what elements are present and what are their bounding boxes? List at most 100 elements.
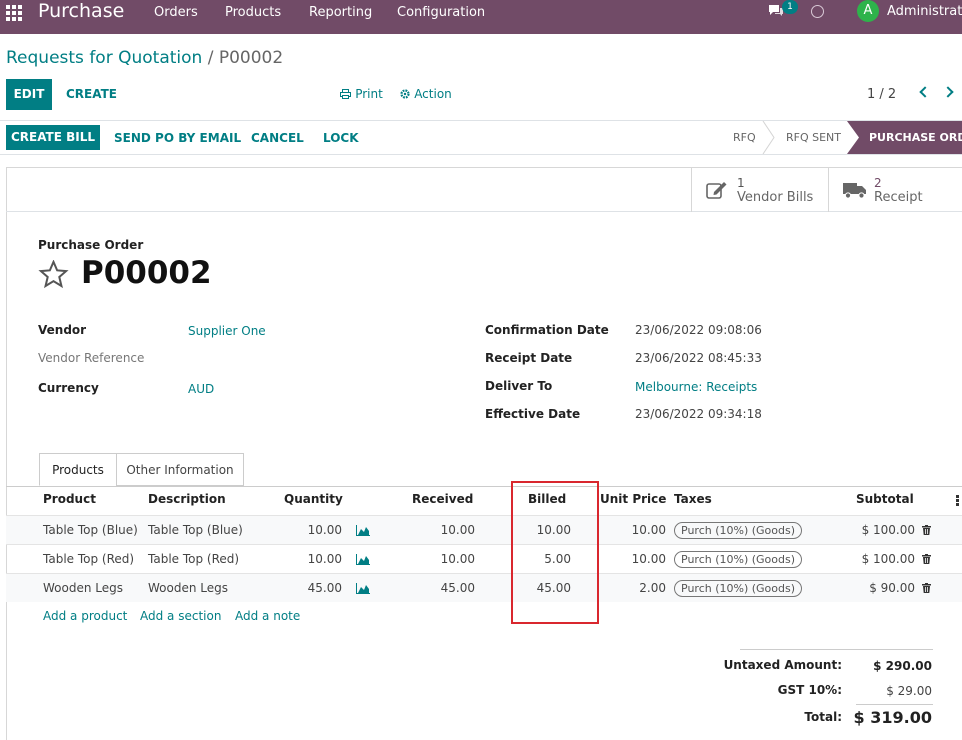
total-divider <box>856 704 933 705</box>
col-taxes[interactable]: Taxes <box>674 492 712 506</box>
edit-button[interactable]: EDIT <box>6 79 52 110</box>
lock-button[interactable]: LOCK <box>323 131 359 145</box>
star-icon[interactable] <box>38 260 69 289</box>
receipt-date-value: 23/06/2022 08:45:33 <box>635 351 762 365</box>
avatar[interactable]: A <box>857 0 879 22</box>
vendor-bills-label: Vendor Bills <box>737 190 814 205</box>
vendor-reference-label: Vendor Reference <box>38 351 145 365</box>
vendor-label: Vendor <box>38 323 87 337</box>
gst-label: GST 10%: <box>777 683 842 697</box>
tab-other-information[interactable]: Other Information <box>116 453 244 486</box>
add-note-link[interactable]: Add a note <box>235 609 300 623</box>
currency-value[interactable]: AUD <box>188 382 214 396</box>
tabs-baseline <box>6 486 962 487</box>
stage-separator-icon <box>762 121 775 154</box>
cell-quantity: 45.00 <box>307 581 342 595</box>
cell-subtotal: $ 90.00 <box>869 581 915 595</box>
cell-product: Table Top (Red) <box>43 552 135 566</box>
stage-rfq[interactable]: RFQ <box>733 121 756 154</box>
menu-reporting[interactable]: Reporting <box>309 5 372 20</box>
receipt-count: 2 <box>874 176 882 190</box>
receipt-smart-button[interactable]: 2 Receipt <box>828 167 962 212</box>
breadcrumb-separator: / <box>207 48 214 68</box>
cell-subtotal: $ 100.00 <box>861 552 915 566</box>
tab-products[interactable]: Products <box>39 453 117 486</box>
col-product[interactable]: Product <box>43 492 96 506</box>
create-bill-button[interactable]: CREATE BILL <box>6 125 100 150</box>
col-quantity[interactable]: Quantity <box>284 492 343 506</box>
confirmation-date-label: Confirmation Date <box>485 323 609 337</box>
stage-purchase-order[interactable]: PURCHASE ORDER <box>847 121 962 154</box>
divider <box>0 154 962 155</box>
cell-unit-price: 10.00 <box>631 552 666 566</box>
confirmation-date-value: 23/06/2022 09:08:06 <box>635 323 762 337</box>
add-section-link[interactable]: Add a section <box>140 609 221 623</box>
pager-prev-icon[interactable] <box>919 86 931 98</box>
billed-column-highlight <box>511 481 599 624</box>
form-type-label: Purchase Order <box>38 238 144 252</box>
cell-unit-price: 10.00 <box>631 523 666 537</box>
table-row[interactable]: Table Top (Blue) Table Top (Blue) 10.00 … <box>6 515 962 544</box>
cell-unit-price: 2.00 <box>639 581 666 595</box>
untaxed-amount-value: $ 290.00 <box>873 659 932 673</box>
cell-description: Table Top (Red) <box>148 552 240 566</box>
breadcrumb-parent[interactable]: Requests for Quotation <box>6 48 202 68</box>
menu-orders[interactable]: Orders <box>154 5 198 20</box>
cancel-button[interactable]: CANCEL <box>251 131 304 145</box>
send-po-email-button[interactable]: SEND PO BY EMAIL <box>114 131 241 145</box>
pager-next-icon[interactable] <box>942 86 954 98</box>
print-button[interactable]: Print <box>340 87 383 101</box>
apps-menu-icon[interactable] <box>6 5 22 21</box>
currency-label: Currency <box>38 381 99 395</box>
vendor-bills-smart-button[interactable]: 1 Vendor Bills <box>691 167 828 212</box>
area-chart-icon[interactable] <box>356 525 370 536</box>
col-received[interactable]: Received <box>412 492 473 506</box>
create-button[interactable]: CREATE <box>66 87 117 101</box>
total-value: $ 319.00 <box>853 708 932 727</box>
app-name[interactable]: Purchase <box>38 0 124 22</box>
cell-product: Wooden Legs <box>43 581 123 595</box>
area-chart-icon[interactable] <box>356 583 370 594</box>
effective-date-label: Effective Date <box>485 407 581 421</box>
cell-received: 45.00 <box>440 581 475 595</box>
cell-received: 10.00 <box>440 552 475 566</box>
cell-received: 10.00 <box>440 523 475 537</box>
stage-rfq-sent[interactable]: RFQ SENT <box>786 121 841 154</box>
chat-badge: 1 <box>782 0 798 14</box>
tax-tag: Purch (10%) (Goods) <box>674 522 803 539</box>
breadcrumb-current: P00002 <box>218 48 284 68</box>
effective-date-value: 23/06/2022 09:34:18 <box>635 407 762 421</box>
deliver-to-label: Deliver To <box>485 379 553 393</box>
trash-icon[interactable] <box>922 554 931 564</box>
receipt-label: Receipt <box>874 190 923 205</box>
col-description[interactable]: Description <box>148 492 226 506</box>
trash-icon[interactable] <box>922 525 931 535</box>
col-subtotal[interactable]: Subtotal <box>856 492 914 506</box>
trash-icon[interactable] <box>922 583 931 593</box>
cell-description: Wooden Legs <box>148 581 228 595</box>
add-product-link[interactable]: Add a product <box>43 609 127 623</box>
area-chart-icon[interactable] <box>356 554 370 565</box>
menu-products[interactable]: Products <box>225 5 281 20</box>
print-icon <box>340 89 351 99</box>
cell-quantity: 10.00 <box>307 552 342 566</box>
table-row[interactable]: Wooden Legs Wooden Legs 45.00 45.00 45.0… <box>6 573 962 602</box>
pager-value[interactable]: 1 / 2 <box>867 87 896 102</box>
menu-configuration[interactable]: Configuration <box>397 5 485 20</box>
pencil-square-icon <box>706 182 727 199</box>
deliver-to-value[interactable]: Melbourne: Receipts <box>635 380 757 394</box>
user-name[interactable]: Administrator <box>887 4 962 19</box>
action-button[interactable]: Action <box>400 87 452 101</box>
breadcrumb: Requests for Quotation / P00002 <box>6 48 283 68</box>
col-unit-price[interactable]: Unit Price <box>600 492 666 506</box>
optional-columns-icon[interactable] <box>956 495 959 506</box>
activity-clock-icon[interactable] <box>811 5 824 18</box>
table-row[interactable]: Table Top (Red) Table Top (Red) 10.00 10… <box>6 544 962 573</box>
cell-description: Table Top (Blue) <box>148 523 243 537</box>
top-navbar: Purchase Orders Products Reporting Confi… <box>0 0 962 34</box>
receipt-date-label: Receipt Date <box>485 351 573 365</box>
action-label: Action <box>414 87 452 101</box>
print-label: Print <box>355 87 383 101</box>
vendor-value[interactable]: Supplier One <box>188 324 266 338</box>
untaxed-amount-label: Untaxed Amount: <box>723 658 842 672</box>
